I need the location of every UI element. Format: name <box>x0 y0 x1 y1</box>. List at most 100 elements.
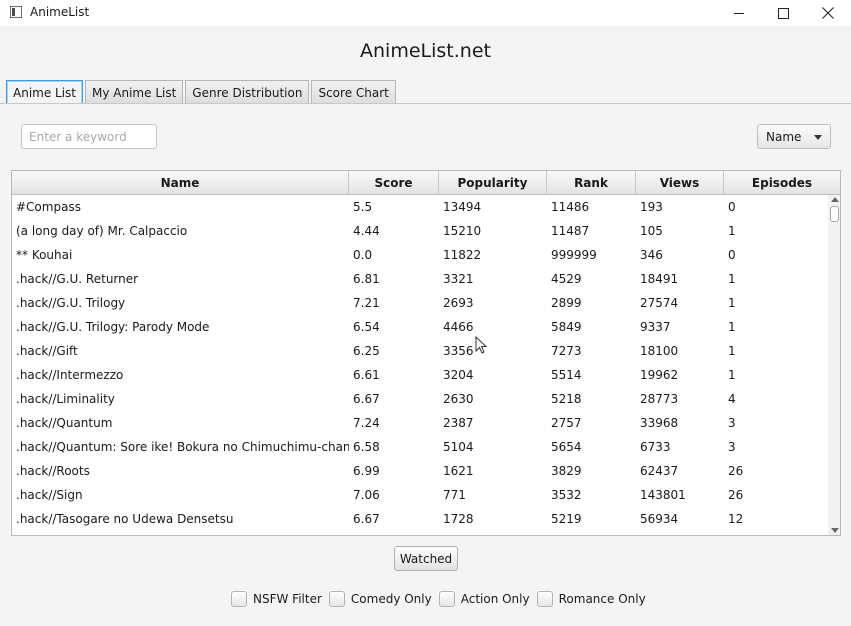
checkbox-box[interactable] <box>438 591 455 607</box>
table-row[interactable]: .hack//G.U. Trilogy: Parody Mode 6.54 4466… <box>12 315 828 339</box>
table-cell: 18100 <box>640 344 679 358</box>
table-cell: 999999 <box>551 248 597 262</box>
table-cell: 5218 <box>551 392 582 406</box>
scroll-down-icon[interactable] <box>831 528 839 533</box>
table-cell: 2899 <box>551 296 582 310</box>
table-cell: 1621 <box>443 464 474 478</box>
checkbox-box[interactable] <box>231 591 247 607</box>
table-cell: 3321 <box>443 272 474 286</box>
comedy-only-checkbox[interactable]: Comedy Only <box>328 591 432 607</box>
action-only-checkbox[interactable]: Action Only <box>438 591 530 607</box>
table-cell: .hack//G.U. Trilogy: Parody Mode <box>16 320 210 334</box>
table-cell: ** Kouhai <box>16 248 73 262</box>
table-cell: 7273 <box>551 344 582 358</box>
window-title: AnimeList <box>30 5 90 19</box>
checkbox-box[interactable] <box>328 591 345 607</box>
scroll-thumb[interactable] <box>830 206 839 222</box>
table-cell: 5514 <box>551 368 582 382</box>
column-header-views[interactable]: Views <box>636 171 724 195</box>
tab-anime-list[interactable]: Anime List <box>6 80 84 104</box>
table-cell: 105 <box>640 224 663 238</box>
column-header-rank[interactable]: Rank <box>547 171 636 195</box>
table-cell: 3 <box>728 440 736 454</box>
checkbox-box[interactable] <box>536 591 553 607</box>
table-cell: 4466 <box>443 320 474 334</box>
table-cell: 5219 <box>551 512 582 526</box>
table-row[interactable]: .hack//Sign 7.06 771 3532 143801 26 <box>12 483 828 507</box>
table-cell: 56934 <box>640 512 679 526</box>
table-row[interactable]: .hack//Quantum: Sore ike! Bokura no Chim… <box>12 435 828 459</box>
table-body: #Compass 5.5 13494 11486 193 0 (a long day of)… <box>12 195 828 535</box>
close-icon <box>822 7 834 19</box>
table-cell: 6.67 <box>353 392 380 406</box>
table-row[interactable]: (a long day of) Mr. Calpaccio 4.44 15210 11… <box>12 219 828 243</box>
column-header-name[interactable]: Name <box>12 171 349 195</box>
table-row[interactable]: .hack//Roots 6.99 1621 3829 62437 26 <box>12 459 828 483</box>
table-row[interactable]: .hack//Gift 6.25 3356 7273 18100 1 <box>12 339 828 363</box>
table-cell: 2757 <box>551 416 582 430</box>
column-header-popularity[interactable]: Popularity <box>439 171 547 195</box>
column-header-score[interactable]: Score <box>349 171 439 195</box>
table-row[interactable]: #Compass 5.5 13494 11486 193 0 <box>12 195 828 219</box>
column-header-episodes[interactable]: Episodes <box>724 171 840 195</box>
table-cell: 3204 <box>443 368 474 382</box>
table-cell: 28773 <box>640 392 679 406</box>
table-scrollbar[interactable] <box>828 195 840 535</box>
mouse-cursor-icon <box>475 336 487 354</box>
table-cell: 1 <box>728 368 736 382</box>
minimize-icon <box>734 12 744 14</box>
table-cell: .hack//Liminality <box>16 392 115 406</box>
table-cell: 7.06 <box>353 488 380 502</box>
app-window: AnimeList AnimeList.net Anime List My An… <box>0 0 851 626</box>
table-cell: 5104 <box>443 440 474 454</box>
table-cell: 7.24 <box>353 416 380 430</box>
close-button[interactable] <box>805 0 851 26</box>
table-row[interactable]: .hack//Tasogare no Udewa Densetsu 6.67 172… <box>12 507 828 531</box>
search-input[interactable] <box>21 124 157 149</box>
checkbox-label: Romance Only <box>558 592 646 606</box>
minimize-button[interactable] <box>716 0 762 26</box>
table-row[interactable]: .hack//Quantum 7.24 2387 2757 33968 3 <box>12 411 828 435</box>
table-row[interactable]: .hack//Liminality 6.67 2630 5218 28773 4 <box>12 387 828 411</box>
table-cell: 11822 <box>443 248 482 262</box>
table-cell: 2387 <box>443 416 474 430</box>
tab-genre-distribution[interactable]: Genre Distribution <box>185 80 310 104</box>
table-cell: 0 <box>728 248 736 262</box>
tab-my-anime-list[interactable]: My Anime List <box>85 80 184 104</box>
anime-table[interactable]: Name Score Popularity Rank Views Episode… <box>11 170 841 536</box>
table-cell: 1728 <box>443 512 474 526</box>
scroll-up-icon[interactable] <box>831 197 839 202</box>
filter-bar: NSFW Filter Comedy Only Action Only Roma… <box>231 591 653 607</box>
table-cell: 0.0 <box>353 248 373 262</box>
romance-only-checkbox[interactable]: Romance Only <box>536 591 646 607</box>
table-cell: 1 <box>728 296 736 310</box>
table-cell: 6733 <box>640 440 671 454</box>
table-cell: 62437 <box>640 464 679 478</box>
watched-button[interactable]: Watched <box>394 546 458 571</box>
checkbox-label: Comedy Only <box>350 592 432 606</box>
tab-score-chart[interactable]: Score Chart <box>311 80 396 104</box>
nsfw-filter-checkbox[interactable]: NSFW Filter <box>231 591 322 607</box>
table-cell: .hack//Sign <box>16 488 83 502</box>
table-row[interactable]: .hack//G.U. Returner 6.81 3321 4529 18491 1 <box>12 267 828 291</box>
table-cell: 6.58 <box>353 440 380 454</box>
table-cell: 0 <box>728 200 736 214</box>
table-cell: 11487 <box>551 224 590 238</box>
table-row[interactable]: .hack//Intermezzo 6.61 3204 5514 19962 1 <box>12 363 828 387</box>
table-row[interactable]: ** Kouhai 0.0 11822 999999 346 0 <box>12 243 828 267</box>
table-cell: .hack//G.U. Trilogy <box>16 296 126 310</box>
maximize-button[interactable] <box>760 0 806 26</box>
table-cell: 143801 <box>640 488 686 502</box>
table-cell: 12 <box>728 512 744 526</box>
table-cell: #Compass <box>16 200 81 214</box>
app-icon <box>10 6 22 18</box>
table-cell: 346 <box>640 248 663 262</box>
table-cell: .hack//Quantum <box>16 416 113 430</box>
table-cell: 3829 <box>551 464 582 478</box>
table-cell: 13494 <box>443 200 482 214</box>
sort-dropdown[interactable]: Name <box>757 124 831 149</box>
chevron-down-icon <box>814 135 822 140</box>
table-cell: 4 <box>728 392 736 406</box>
table-row[interactable]: .hack//G.U. Trilogy 7.21 2693 2899 27574 1 <box>12 291 828 315</box>
table-cell: 1 <box>728 224 736 238</box>
